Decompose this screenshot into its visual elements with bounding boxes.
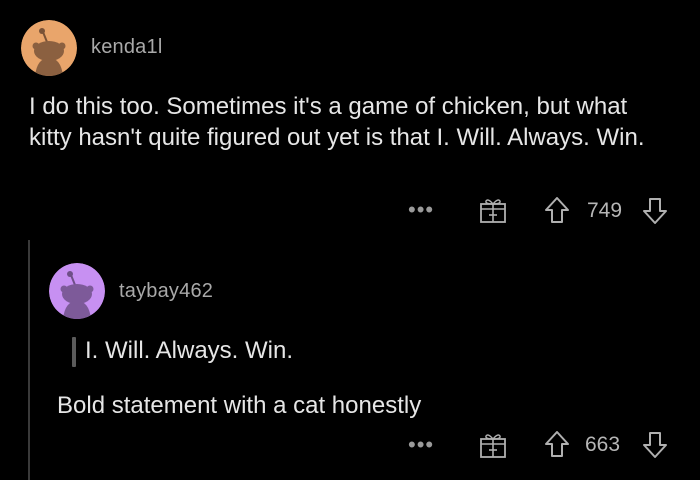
upvote-icon[interactable] bbox=[543, 195, 571, 225]
comment-body: Bold statement with a cat honestly bbox=[57, 392, 422, 419]
snoo-avatar-icon bbox=[49, 263, 105, 319]
username[interactable]: kenda1l bbox=[91, 36, 162, 59]
more-options-button[interactable]: ••• bbox=[408, 197, 434, 223]
downvote-icon[interactable] bbox=[641, 430, 669, 460]
upvote-icon[interactable] bbox=[543, 429, 571, 459]
quote-bar bbox=[72, 337, 76, 367]
award-icon[interactable] bbox=[478, 430, 508, 460]
username[interactable]: taybay462 bbox=[119, 280, 213, 303]
award-icon[interactable] bbox=[478, 195, 508, 225]
vote-score: 749 bbox=[587, 199, 623, 222]
avatar[interactable] bbox=[49, 263, 105, 319]
avatar[interactable] bbox=[21, 20, 77, 76]
more-options-button[interactable]: ••• bbox=[408, 432, 434, 458]
thread-line[interactable] bbox=[28, 240, 30, 480]
downvote-icon[interactable] bbox=[641, 196, 669, 226]
comment-quote: I. Will. Always. Win. bbox=[85, 337, 294, 364]
vote-score: 663 bbox=[585, 433, 621, 456]
snoo-avatar-icon bbox=[21, 20, 77, 76]
comment-body: I do this too. Sometimes it's a game of … bbox=[29, 93, 645, 151]
